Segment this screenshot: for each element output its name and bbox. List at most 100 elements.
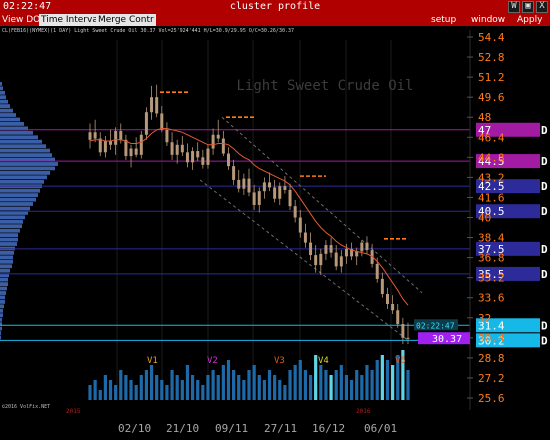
candle-body bbox=[216, 134, 220, 139]
volume-bar bbox=[139, 375, 143, 400]
candle-body bbox=[242, 178, 246, 189]
volume-bar bbox=[129, 380, 133, 400]
menu-setup[interactable]: setup bbox=[431, 14, 456, 26]
volume-bar bbox=[329, 375, 333, 400]
x-tick-label: 16/12 bbox=[312, 422, 345, 435]
candle-body bbox=[191, 151, 195, 163]
level-flag: D bbox=[541, 268, 548, 281]
last-price-label: 30.37 bbox=[432, 334, 462, 345]
profile-bar bbox=[0, 82, 2, 86]
level-flag: D bbox=[541, 124, 548, 137]
volume-label: V4 bbox=[318, 356, 329, 366]
profile-bar bbox=[0, 317, 2, 322]
profile-bar bbox=[0, 139, 42, 144]
level-flag: D bbox=[541, 334, 548, 347]
volume-bar bbox=[314, 355, 318, 400]
profile-bar bbox=[0, 188, 40, 193]
window-title: cluster profile bbox=[229, 1, 321, 12]
volume-bar bbox=[185, 365, 190, 400]
candle-body bbox=[206, 148, 210, 165]
candle-body bbox=[134, 148, 138, 155]
header-info: CL(FEB16)(NYMEX)(1 DAY) Light Sweet Crud… bbox=[2, 28, 294, 34]
profile-bar bbox=[0, 148, 50, 153]
profile-bar bbox=[0, 171, 50, 175]
volume-bar bbox=[273, 375, 277, 400]
candle-body bbox=[93, 132, 97, 139]
candle-body bbox=[298, 217, 302, 233]
x-tick-label: 06/01 bbox=[364, 422, 397, 435]
volume-bar bbox=[293, 365, 297, 400]
y-tick-label: 43.2 bbox=[478, 171, 505, 184]
profile-bar bbox=[0, 259, 13, 264]
candle-body bbox=[180, 144, 184, 153]
volume-bar bbox=[247, 370, 251, 400]
volume-bar bbox=[108, 380, 113, 400]
y-tick-label: 38.4 bbox=[478, 232, 505, 245]
volume-bar bbox=[406, 370, 410, 400]
y-tick-label: 40 bbox=[478, 212, 491, 225]
candle-body bbox=[114, 131, 118, 145]
volume-label: V5 bbox=[395, 356, 406, 366]
profile-bar bbox=[0, 282, 8, 286]
volume-bar bbox=[170, 370, 174, 400]
profile-bar bbox=[0, 228, 20, 233]
tab-time-interval[interactable]: Time Interval bbox=[39, 14, 103, 26]
y-tick-label: 32 bbox=[478, 312, 491, 325]
candle-body bbox=[385, 293, 389, 304]
y-tick-label: 54.4 bbox=[478, 31, 505, 44]
volume-bar bbox=[175, 375, 179, 400]
candle-body bbox=[262, 182, 266, 192]
profile-bar bbox=[0, 135, 38, 140]
profile-bar bbox=[0, 144, 46, 149]
profile-bar bbox=[0, 175, 47, 180]
volume-bar bbox=[360, 375, 364, 400]
profile-bar bbox=[0, 268, 10, 273]
volume-bar bbox=[93, 380, 97, 400]
candle-body bbox=[144, 112, 148, 135]
y-tick-label: 41.6 bbox=[478, 191, 505, 204]
candle-body bbox=[221, 138, 225, 154]
footer-copyright: ©2016 VolFix.NET bbox=[2, 404, 50, 410]
candle-body bbox=[252, 192, 256, 205]
candle-body bbox=[98, 138, 102, 153]
profile-bar bbox=[0, 104, 10, 108]
candle-body bbox=[401, 324, 405, 338]
candle-body bbox=[396, 310, 400, 325]
profile-bar bbox=[0, 308, 3, 313]
maximize-button[interactable]: ▣ bbox=[522, 1, 534, 13]
pin-window-button[interactable]: W bbox=[508, 1, 520, 13]
volume-bar bbox=[190, 375, 195, 400]
profile-bar bbox=[0, 255, 13, 260]
x-tick-label: 21/10 bbox=[166, 422, 199, 435]
close-button[interactable]: X bbox=[536, 1, 548, 13]
volume-bar bbox=[155, 375, 159, 400]
volume-label: V3 bbox=[274, 356, 285, 366]
profile-bar bbox=[0, 153, 52, 157]
volume-bar bbox=[196, 380, 200, 400]
volume-bar bbox=[380, 355, 384, 400]
volume-bar bbox=[257, 375, 261, 400]
profile-bar bbox=[0, 291, 6, 295]
menu-window[interactable]: window bbox=[471, 14, 505, 26]
volume-bar bbox=[242, 380, 246, 400]
candle-body bbox=[185, 152, 189, 163]
candle-body bbox=[124, 139, 128, 157]
y-tick-label: 52.8 bbox=[478, 51, 505, 64]
level-flag: D bbox=[541, 243, 548, 256]
candle-body bbox=[232, 166, 236, 180]
profile-bar bbox=[0, 242, 17, 246]
candle-body bbox=[303, 232, 307, 243]
candle-body bbox=[339, 256, 343, 267]
menu-apply[interactable]: Apply bbox=[517, 14, 542, 26]
volume-bar bbox=[262, 380, 266, 400]
level-flag: D bbox=[541, 319, 548, 332]
y-tick-label: 30.4 bbox=[478, 332, 505, 345]
profile-bar bbox=[0, 335, 1, 340]
volume-bar bbox=[288, 370, 292, 400]
price-chart[interactable]: 47 D44.5 D42.5 D40.5 D37.5 D35.5 D31.4 D30.2 D V… bbox=[0, 26, 550, 440]
chart-watermark: Light Sweet Crude Oil bbox=[236, 78, 413, 94]
x-tick-label: 09/11 bbox=[215, 422, 248, 435]
candle-body bbox=[139, 134, 143, 155]
candle-body bbox=[375, 263, 379, 279]
tab-merge-contr[interactable]: Merge Contr bbox=[96, 14, 156, 26]
